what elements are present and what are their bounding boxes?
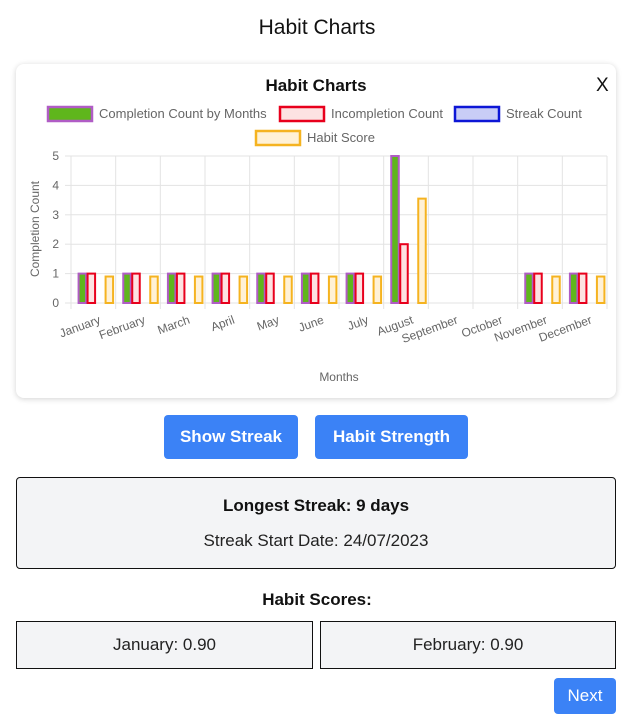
bar bbox=[568, 272, 579, 305]
bar bbox=[524, 272, 534, 305]
bar bbox=[211, 272, 222, 305]
x-tick-label: April bbox=[209, 313, 236, 334]
x-tick-label: June bbox=[296, 313, 326, 335]
x-tick-label: January bbox=[57, 313, 102, 341]
longest-streak-text: Longest Streak: 9 days bbox=[222, 496, 410, 515]
bar bbox=[300, 272, 311, 305]
bar bbox=[131, 272, 141, 305]
y-tick-label: 5 bbox=[52, 149, 59, 163]
bar bbox=[390, 155, 400, 304]
bar bbox=[193, 275, 204, 304]
bar bbox=[399, 243, 409, 304]
bar bbox=[149, 275, 159, 304]
bar bbox=[77, 272, 88, 305]
bar bbox=[122, 272, 132, 305]
bar bbox=[265, 272, 275, 305]
bar bbox=[104, 275, 115, 304]
show-streak-button[interactable]: Show Streak bbox=[164, 415, 298, 459]
y-tick-label: 1 bbox=[52, 267, 59, 281]
bar bbox=[220, 272, 231, 305]
x-tick-label: February bbox=[97, 313, 147, 343]
legend-swatch bbox=[278, 105, 326, 123]
bar bbox=[238, 275, 249, 304]
x-axis-title: Months bbox=[319, 370, 358, 384]
bar bbox=[345, 272, 356, 305]
x-tick-label: March bbox=[156, 313, 192, 338]
page-title: Habit Charts bbox=[258, 16, 376, 39]
habit-score-item: January: 0.90 bbox=[16, 621, 313, 669]
bar bbox=[283, 275, 293, 304]
legend-label: Streak Count bbox=[506, 106, 582, 121]
legend-swatch bbox=[46, 105, 94, 123]
habit-chart: Habit Charts Completion Count by Months In… bbox=[28, 76, 608, 384]
y-tick-label: 2 bbox=[52, 237, 59, 251]
next-button[interactable]: Next bbox=[554, 678, 616, 714]
habit-score-item: February: 0.90 bbox=[320, 621, 616, 669]
legend-label: Incompletion Count bbox=[331, 106, 443, 121]
bar bbox=[327, 275, 338, 304]
bar bbox=[595, 275, 606, 304]
bar bbox=[86, 272, 97, 305]
bar bbox=[354, 272, 365, 305]
bar bbox=[175, 272, 186, 305]
streak-start-date-text: Streak Start Date: 24/07/2023 bbox=[203, 531, 429, 550]
y-tick-label: 4 bbox=[52, 178, 59, 192]
y-tick-label: 3 bbox=[52, 208, 59, 222]
y-axis-title: Completion Count bbox=[28, 180, 42, 277]
bar bbox=[372, 275, 383, 304]
habit-scores-title: Habit Scores: bbox=[262, 590, 372, 609]
legend-swatch bbox=[453, 105, 501, 123]
legend-label: Habit Score bbox=[307, 130, 375, 145]
legend-label: Completion Count by Months bbox=[99, 106, 267, 121]
habit-strength-button[interactable]: Habit Strength bbox=[315, 415, 468, 459]
x-tick-label: May bbox=[255, 313, 281, 334]
streak-panel: Longest Streak: 9 days Streak Start Date… bbox=[16, 477, 616, 569]
bar bbox=[577, 272, 588, 305]
bar bbox=[309, 272, 320, 305]
y-tick-label: 0 bbox=[52, 296, 59, 310]
x-tick-label: July bbox=[346, 313, 371, 333]
bar bbox=[533, 272, 543, 305]
bar bbox=[166, 272, 177, 305]
bar bbox=[417, 197, 427, 305]
bar bbox=[256, 272, 266, 305]
chart-card: Habit Charts Completion Count by Months In… bbox=[16, 64, 616, 398]
bar bbox=[551, 275, 561, 304]
chart-title: Habit Charts bbox=[265, 76, 366, 95]
close-chart-button[interactable]: X bbox=[596, 75, 609, 97]
legend-swatch bbox=[254, 129, 302, 147]
